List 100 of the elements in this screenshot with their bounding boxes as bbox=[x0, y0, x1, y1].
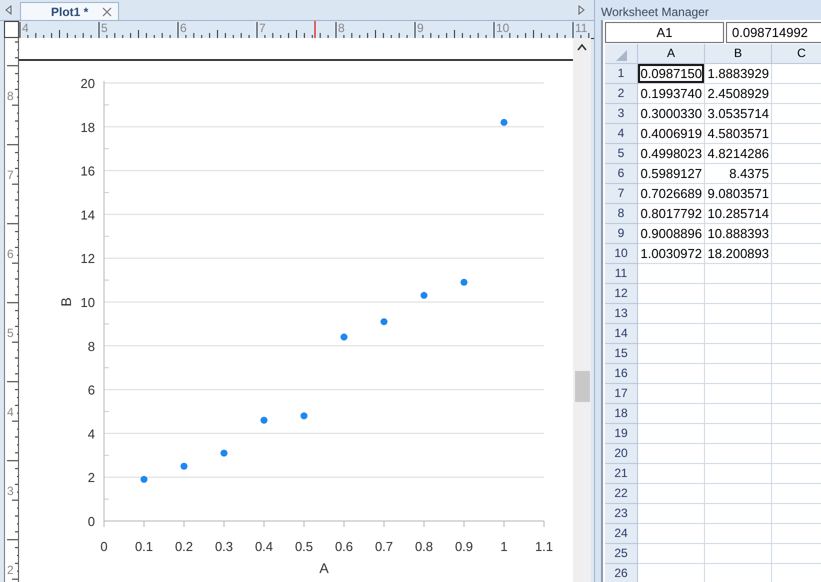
table-cell[interactable]: 0.8017792 bbox=[638, 204, 704, 223]
table-cell[interactable]: 1.8883929 bbox=[705, 64, 771, 83]
row-header[interactable]: 8 bbox=[605, 204, 638, 224]
column-header[interactable]: C bbox=[772, 44, 821, 64]
data-point bbox=[340, 334, 348, 341]
axis-tick-label: 1 bbox=[500, 539, 508, 554]
table-cell[interactable]: 0.3000330 bbox=[638, 104, 704, 123]
row-header[interactable]: 9 bbox=[605, 224, 638, 244]
axis-tick-label: 0.8 bbox=[414, 539, 434, 554]
row-header[interactable]: 13 bbox=[605, 304, 638, 324]
row-header[interactable]: 15 bbox=[605, 344, 638, 364]
row-header[interactable]: 14 bbox=[605, 324, 638, 344]
table-cell[interactable]: 2.4508929 bbox=[705, 84, 771, 103]
axis-tick-label: 0.4 bbox=[254, 539, 274, 554]
table-cell[interactable]: 4.8214286 bbox=[705, 144, 771, 163]
axis-tick-label: 0.2 bbox=[174, 539, 194, 554]
data-point bbox=[220, 450, 228, 457]
ruler-label: 5 bbox=[101, 21, 108, 35]
ruler-label: 6 bbox=[180, 21, 187, 35]
ruler-label: 8 bbox=[338, 21, 345, 35]
row-header[interactable]: 5 bbox=[605, 144, 638, 164]
table-cell[interactable]: 10.285714 bbox=[705, 204, 771, 223]
row-header[interactable]: 2 bbox=[605, 84, 638, 104]
ruler-label: 4 bbox=[7, 405, 14, 419]
row-header[interactable]: 1 bbox=[605, 64, 638, 84]
table-cell[interactable]: 0.9008896 bbox=[638, 224, 704, 243]
table-cell[interactable]: 0.0987150 bbox=[638, 64, 704, 83]
row-header[interactable]: 16 bbox=[605, 364, 638, 384]
table-cell[interactable]: 10.888393 bbox=[705, 224, 771, 243]
axis-tick-label: 0 bbox=[100, 539, 108, 554]
scroll-left-icon[interactable] bbox=[4, 5, 12, 15]
table-cell[interactable]: 1.0030972 bbox=[638, 244, 704, 263]
axis-tick-label: 20 bbox=[80, 76, 95, 91]
close-icon[interactable] bbox=[102, 6, 112, 16]
data-point bbox=[420, 292, 428, 299]
table-cell[interactable]: 0.4998023 bbox=[638, 144, 704, 163]
cursor-marker bbox=[314, 21, 316, 39]
data-point bbox=[380, 318, 388, 326]
column-header[interactable]: B bbox=[705, 44, 772, 64]
row-header[interactable]: 11 bbox=[605, 264, 638, 284]
row-header[interactable]: 26 bbox=[605, 564, 638, 582]
row-header[interactable]: 19 bbox=[605, 424, 638, 444]
row-header[interactable]: 17 bbox=[605, 384, 638, 404]
data-point bbox=[180, 462, 188, 470]
table-cell[interactable]: 18.200893 bbox=[705, 244, 771, 263]
table-cell[interactable]: 0.7026689 bbox=[638, 184, 704, 203]
ruler-label: 9 bbox=[417, 21, 424, 35]
cell-value-field[interactable]: 0.098714992 bbox=[726, 22, 821, 43]
scroll-right-icon[interactable] bbox=[578, 5, 586, 15]
axis-tick-label: 1.1 bbox=[534, 539, 554, 554]
axis-tick-label: 18 bbox=[80, 120, 95, 135]
row-header[interactable]: 23 bbox=[605, 504, 638, 524]
scrollbar[interactable] bbox=[573, 38, 591, 582]
row-header[interactable]: 25 bbox=[605, 544, 638, 564]
table-cell[interactable]: 3.0535714 bbox=[705, 104, 771, 123]
table-cell[interactable]: 8.4375 bbox=[705, 164, 771, 183]
table-cell[interactable]: 0.1993740 bbox=[638, 84, 704, 103]
ruler-label: 5 bbox=[7, 326, 14, 340]
axis-title: A bbox=[319, 560, 329, 576]
row-header[interactable]: 22 bbox=[605, 484, 638, 504]
ruler-label: 10 bbox=[496, 21, 510, 35]
data-point bbox=[140, 476, 148, 483]
ruler-label: 3 bbox=[7, 484, 14, 498]
axis-tick-label: 16 bbox=[80, 164, 95, 179]
ruler-label: 6 bbox=[7, 247, 14, 261]
row-header[interactable]: 3 bbox=[605, 104, 638, 124]
row-header[interactable]: 20 bbox=[605, 444, 638, 464]
cell-name-box[interactable]: A1 bbox=[605, 22, 724, 43]
scroll-thumb[interactable] bbox=[574, 371, 590, 402]
column-header[interactable]: A bbox=[638, 44, 705, 64]
row-header[interactable]: 7 bbox=[605, 184, 638, 204]
row-header[interactable]: 12 bbox=[605, 284, 638, 304]
axis-tick-label: 14 bbox=[80, 207, 95, 222]
ruler-label: 8 bbox=[7, 89, 14, 103]
data-point bbox=[460, 278, 468, 286]
axis-tick-label: 6 bbox=[88, 382, 95, 398]
row-header[interactable]: 18 bbox=[605, 404, 638, 424]
row-header[interactable]: 24 bbox=[605, 524, 638, 544]
corner-triangle-icon bbox=[614, 48, 628, 62]
axis-tick-label: 0.7 bbox=[374, 539, 394, 554]
axis-title: B bbox=[58, 297, 74, 307]
row-header[interactable]: 6 bbox=[605, 164, 638, 184]
axis-tick-label: 4 bbox=[88, 426, 95, 442]
data-point bbox=[500, 118, 508, 126]
row-header[interactable]: 10 bbox=[605, 244, 638, 264]
table-cell[interactable]: 0.4006919 bbox=[638, 124, 704, 143]
document-tab[interactable]: Plot1 * bbox=[20, 2, 120, 20]
data-point bbox=[260, 416, 268, 424]
ruler-label: 2 bbox=[7, 563, 14, 577]
table-cell[interactable]: 9.0803571 bbox=[705, 184, 771, 203]
row-header[interactable]: 21 bbox=[605, 464, 638, 484]
scroll-up-icon[interactable] bbox=[577, 43, 587, 51]
axis-tick-label: 0.5 bbox=[294, 539, 314, 554]
table-cell[interactable]: 4.5803571 bbox=[705, 124, 771, 143]
axis-tick-label: 0 bbox=[88, 514, 95, 529]
row-header[interactable]: 4 bbox=[605, 124, 638, 144]
ruler-label: 7 bbox=[259, 21, 266, 35]
axis-tick-label: 8 bbox=[88, 338, 95, 354]
table-cell[interactable]: 0.5989127 bbox=[638, 164, 704, 183]
ruler-label: 11 bbox=[575, 21, 588, 35]
